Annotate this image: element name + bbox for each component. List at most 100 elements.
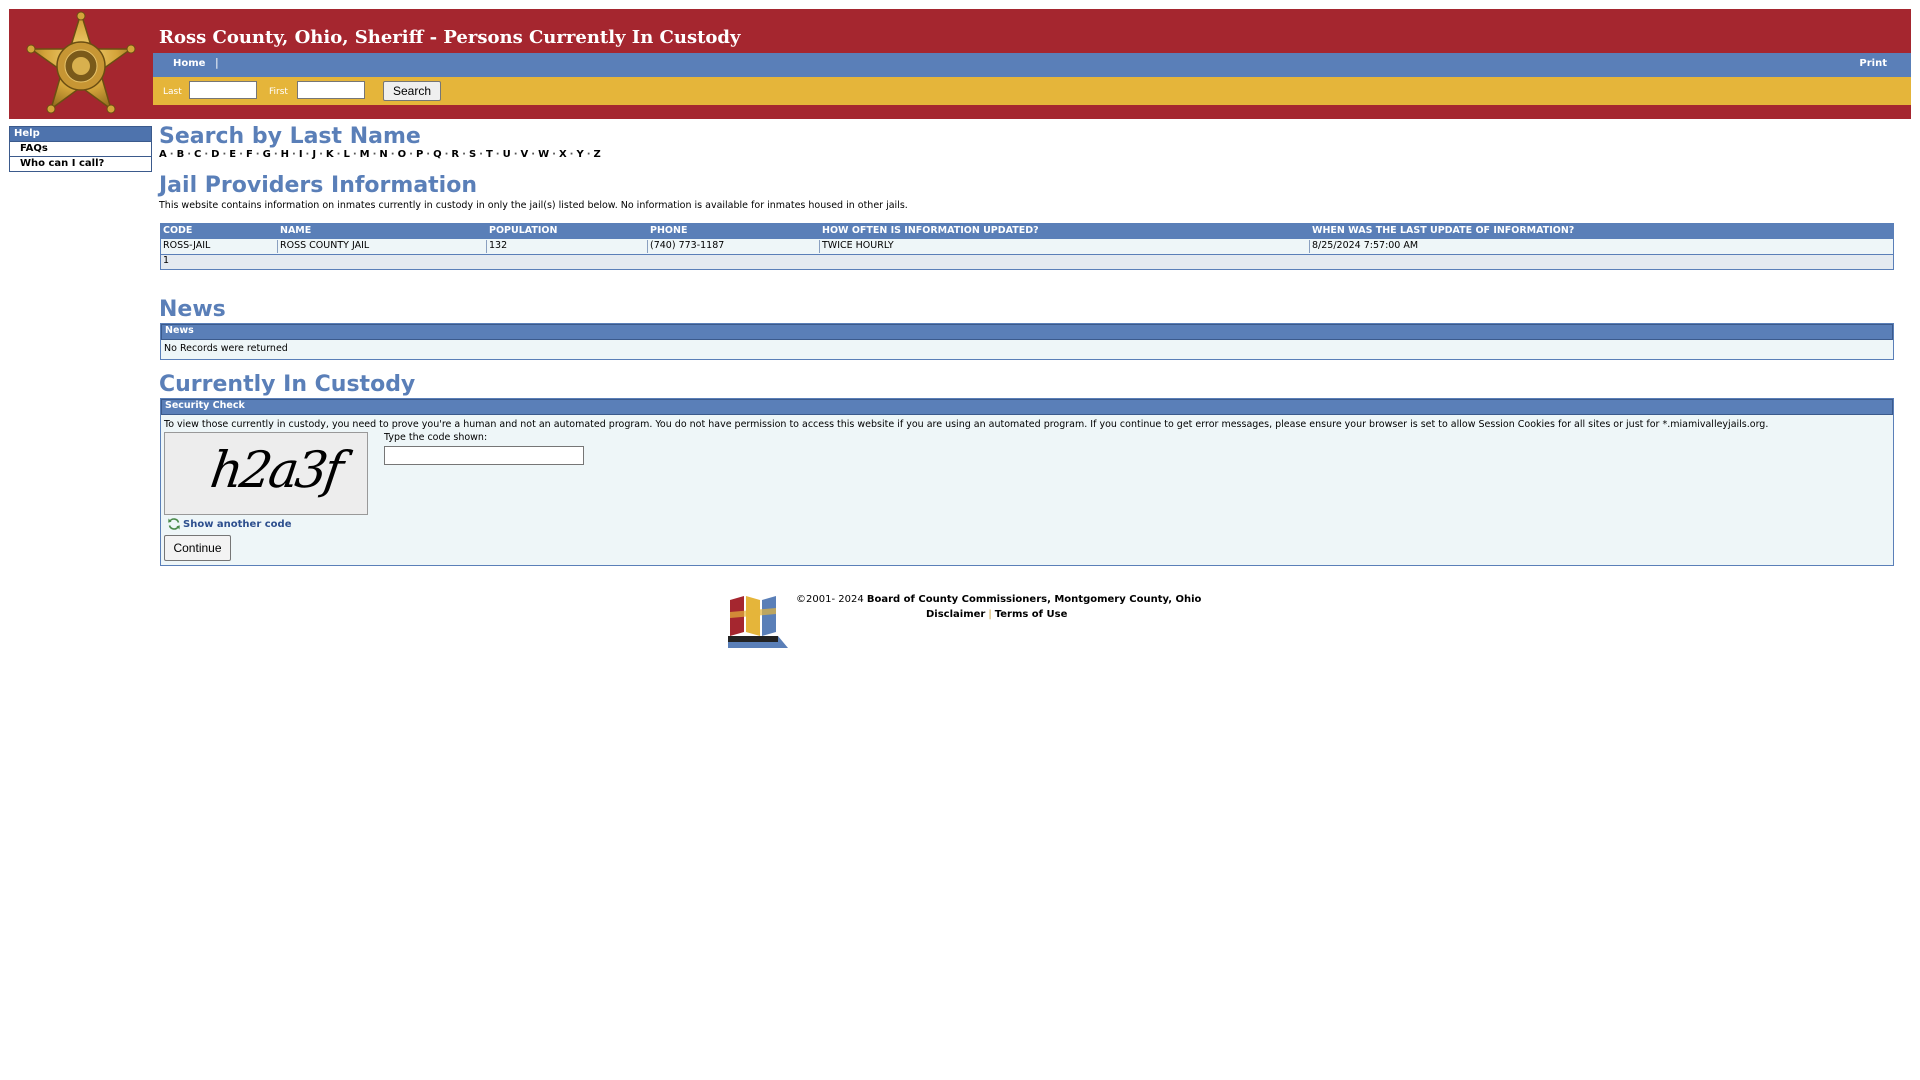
letter-separator: · [462,149,466,160]
montgomery-county-logo-icon [728,596,788,648]
letter-separator: · [255,149,260,160]
cell-population: 132 [486,240,507,253]
letter-separator: · [352,149,357,160]
jail-providers-table: CODE NAME POPULATION PHONE HOW OFTEN IS … [160,223,1894,270]
column-header-update-frequency: HOW OFTEN IS INFORMATION UPDATED? [822,225,1039,236]
letter-separator: · [239,149,243,160]
terms-of-use-link[interactable]: Terms of Use [995,609,1068,620]
currently-in-custody-heading: Currently In Custody [159,372,416,397]
nav-home-link[interactable]: Home [173,58,205,69]
continue-button[interactable]: Continue [164,535,231,561]
letter-link-z[interactable]: Z [594,149,601,160]
help-menu-title: Help [10,127,151,141]
letter-separator: · [222,149,227,160]
top-nav: Home | Print [153,53,1911,77]
letter-separator: · [305,149,310,160]
letter-link-x[interactable]: X [559,149,567,160]
nav-separator: | [215,56,219,69]
letter-link-o[interactable]: O [398,149,407,160]
help-menu-item-who-can-i-call[interactable]: Who can I call? [10,156,151,171]
cell-phone: (740) 773-1187 [647,240,724,253]
site-title: Ross County, Ohio, Sheriff - Persons Cur… [159,27,741,48]
column-header-phone: PHONE [650,225,688,236]
last-name-label: Last [163,87,182,97]
search-by-last-name-heading: Search by Last Name [159,124,421,149]
first-name-input[interactable] [297,81,365,99]
help-menu-item-faqs[interactable]: FAQs [10,141,151,156]
letter-separator: · [390,149,395,160]
letter-link-y[interactable]: Y [576,149,583,160]
letter-separator: · [495,149,500,160]
footer-links: Disclaimer | Terms of Use [926,609,1067,620]
jail-providers-heading: Jail Providers Information [159,173,478,198]
show-another-code-link[interactable]: Show another code [167,517,291,531]
copyright-owner: Board of County Commissioners, Montgomer… [866,594,1202,605]
providers-intro-text: This website contains information on inm… [159,200,908,211]
letter-link-m[interactable]: M [360,149,370,160]
letter-separator: · [319,149,323,160]
security-check-panel: Security Check To view those currently i… [160,398,1894,566]
cell-last-update: 8/25/2024 7:57:00 AM [1309,240,1418,253]
letter-link-w[interactable]: W [538,149,549,160]
column-header-last-update: WHEN WAS THE LAST UPDATE OF INFORMATION? [1312,225,1575,236]
copyright-years: ©2001- 2024 [796,594,864,605]
help-menu: Help FAQs Who can I call? [9,126,152,172]
footer-copyright: ©2001- 2024 Board of County Commissioner… [796,594,1201,605]
alphabet-links: A · B · C · D · E · F · G · H · I · J · K · L · M · N · O · P · Q · R · S · T ·… [159,149,601,160]
table-pager-page-1[interactable]: 1 [161,254,1893,269]
letter-link-r[interactable]: R [451,149,459,160]
security-check-message: To view those currently in custody, you … [164,419,1769,430]
letter-link-q[interactable]: Q [433,149,442,160]
letter-separator: · [187,149,191,160]
letter-separator: · [273,149,278,160]
name-search-bar: Last First Search [153,77,1911,105]
cell-code: ROSS-JAIL [163,240,211,251]
last-name-input[interactable] [189,81,257,99]
letter-link-a[interactable]: A [159,149,167,160]
column-header-population: POPULATION [489,225,558,236]
letter-separator: · [552,149,556,160]
letter-separator: · [169,149,174,160]
news-table: News No Records were returned [160,323,1894,360]
table-header-row: CODE NAME POPULATION PHONE HOW OFTEN IS … [161,224,1893,238]
column-header-code: CODE [163,225,193,236]
letter-link-g[interactable]: G [263,149,271,160]
first-name-label: First [269,87,288,97]
letter-separator: · [531,149,536,160]
footer-link-separator: | [988,609,992,620]
letter-separator: · [569,149,574,160]
cell-name: ROSS COUNTY JAIL [277,240,369,253]
letter-link-n[interactable]: N [379,149,387,160]
news-table-header: News [161,324,1893,340]
disclaimer-link[interactable]: Disclaimer [926,609,985,620]
letter-link-h[interactable]: H [281,149,289,160]
news-empty-message: No Records were returned [164,343,288,354]
letter-separator: · [204,149,209,160]
cell-update-frequency: TWICE HOURLY [819,240,894,253]
code-input-label: Type the code shown: [384,432,488,443]
search-button[interactable]: Search [383,81,441,101]
letter-link-i[interactable]: I [299,149,303,160]
letter-link-l[interactable]: L [343,149,349,160]
column-header-name: NAME [280,225,312,236]
captcha-code-text: h2a3f [206,441,345,499]
show-another-code-label: Show another code [183,519,292,530]
table-row: ROSS-JAIL ROSS COUNTY JAIL 132 (740) 773… [161,238,1893,254]
captcha-code-input[interactable] [384,446,584,465]
refresh-icon [168,518,180,530]
captcha-image: h2a3f [164,432,368,515]
security-check-header: Security Check [161,399,1893,415]
letter-separator: · [513,149,518,160]
letter-link-u[interactable]: U [503,149,511,160]
sheriff-star-badge-icon [26,11,136,114]
letter-separator: · [479,149,483,160]
nav-print-link[interactable]: Print [1859,58,1887,69]
letter-separator: · [444,149,449,160]
site-header: Ross County, Ohio, Sheriff - Persons Cur… [9,9,1911,119]
letter-link-k[interactable]: K [326,149,334,160]
letter-link-t[interactable]: T [486,149,493,160]
letter-link-f[interactable]: F [246,149,253,160]
letter-separator: · [426,149,431,160]
letter-separator: · [292,149,296,160]
letter-separator: · [409,149,413,160]
